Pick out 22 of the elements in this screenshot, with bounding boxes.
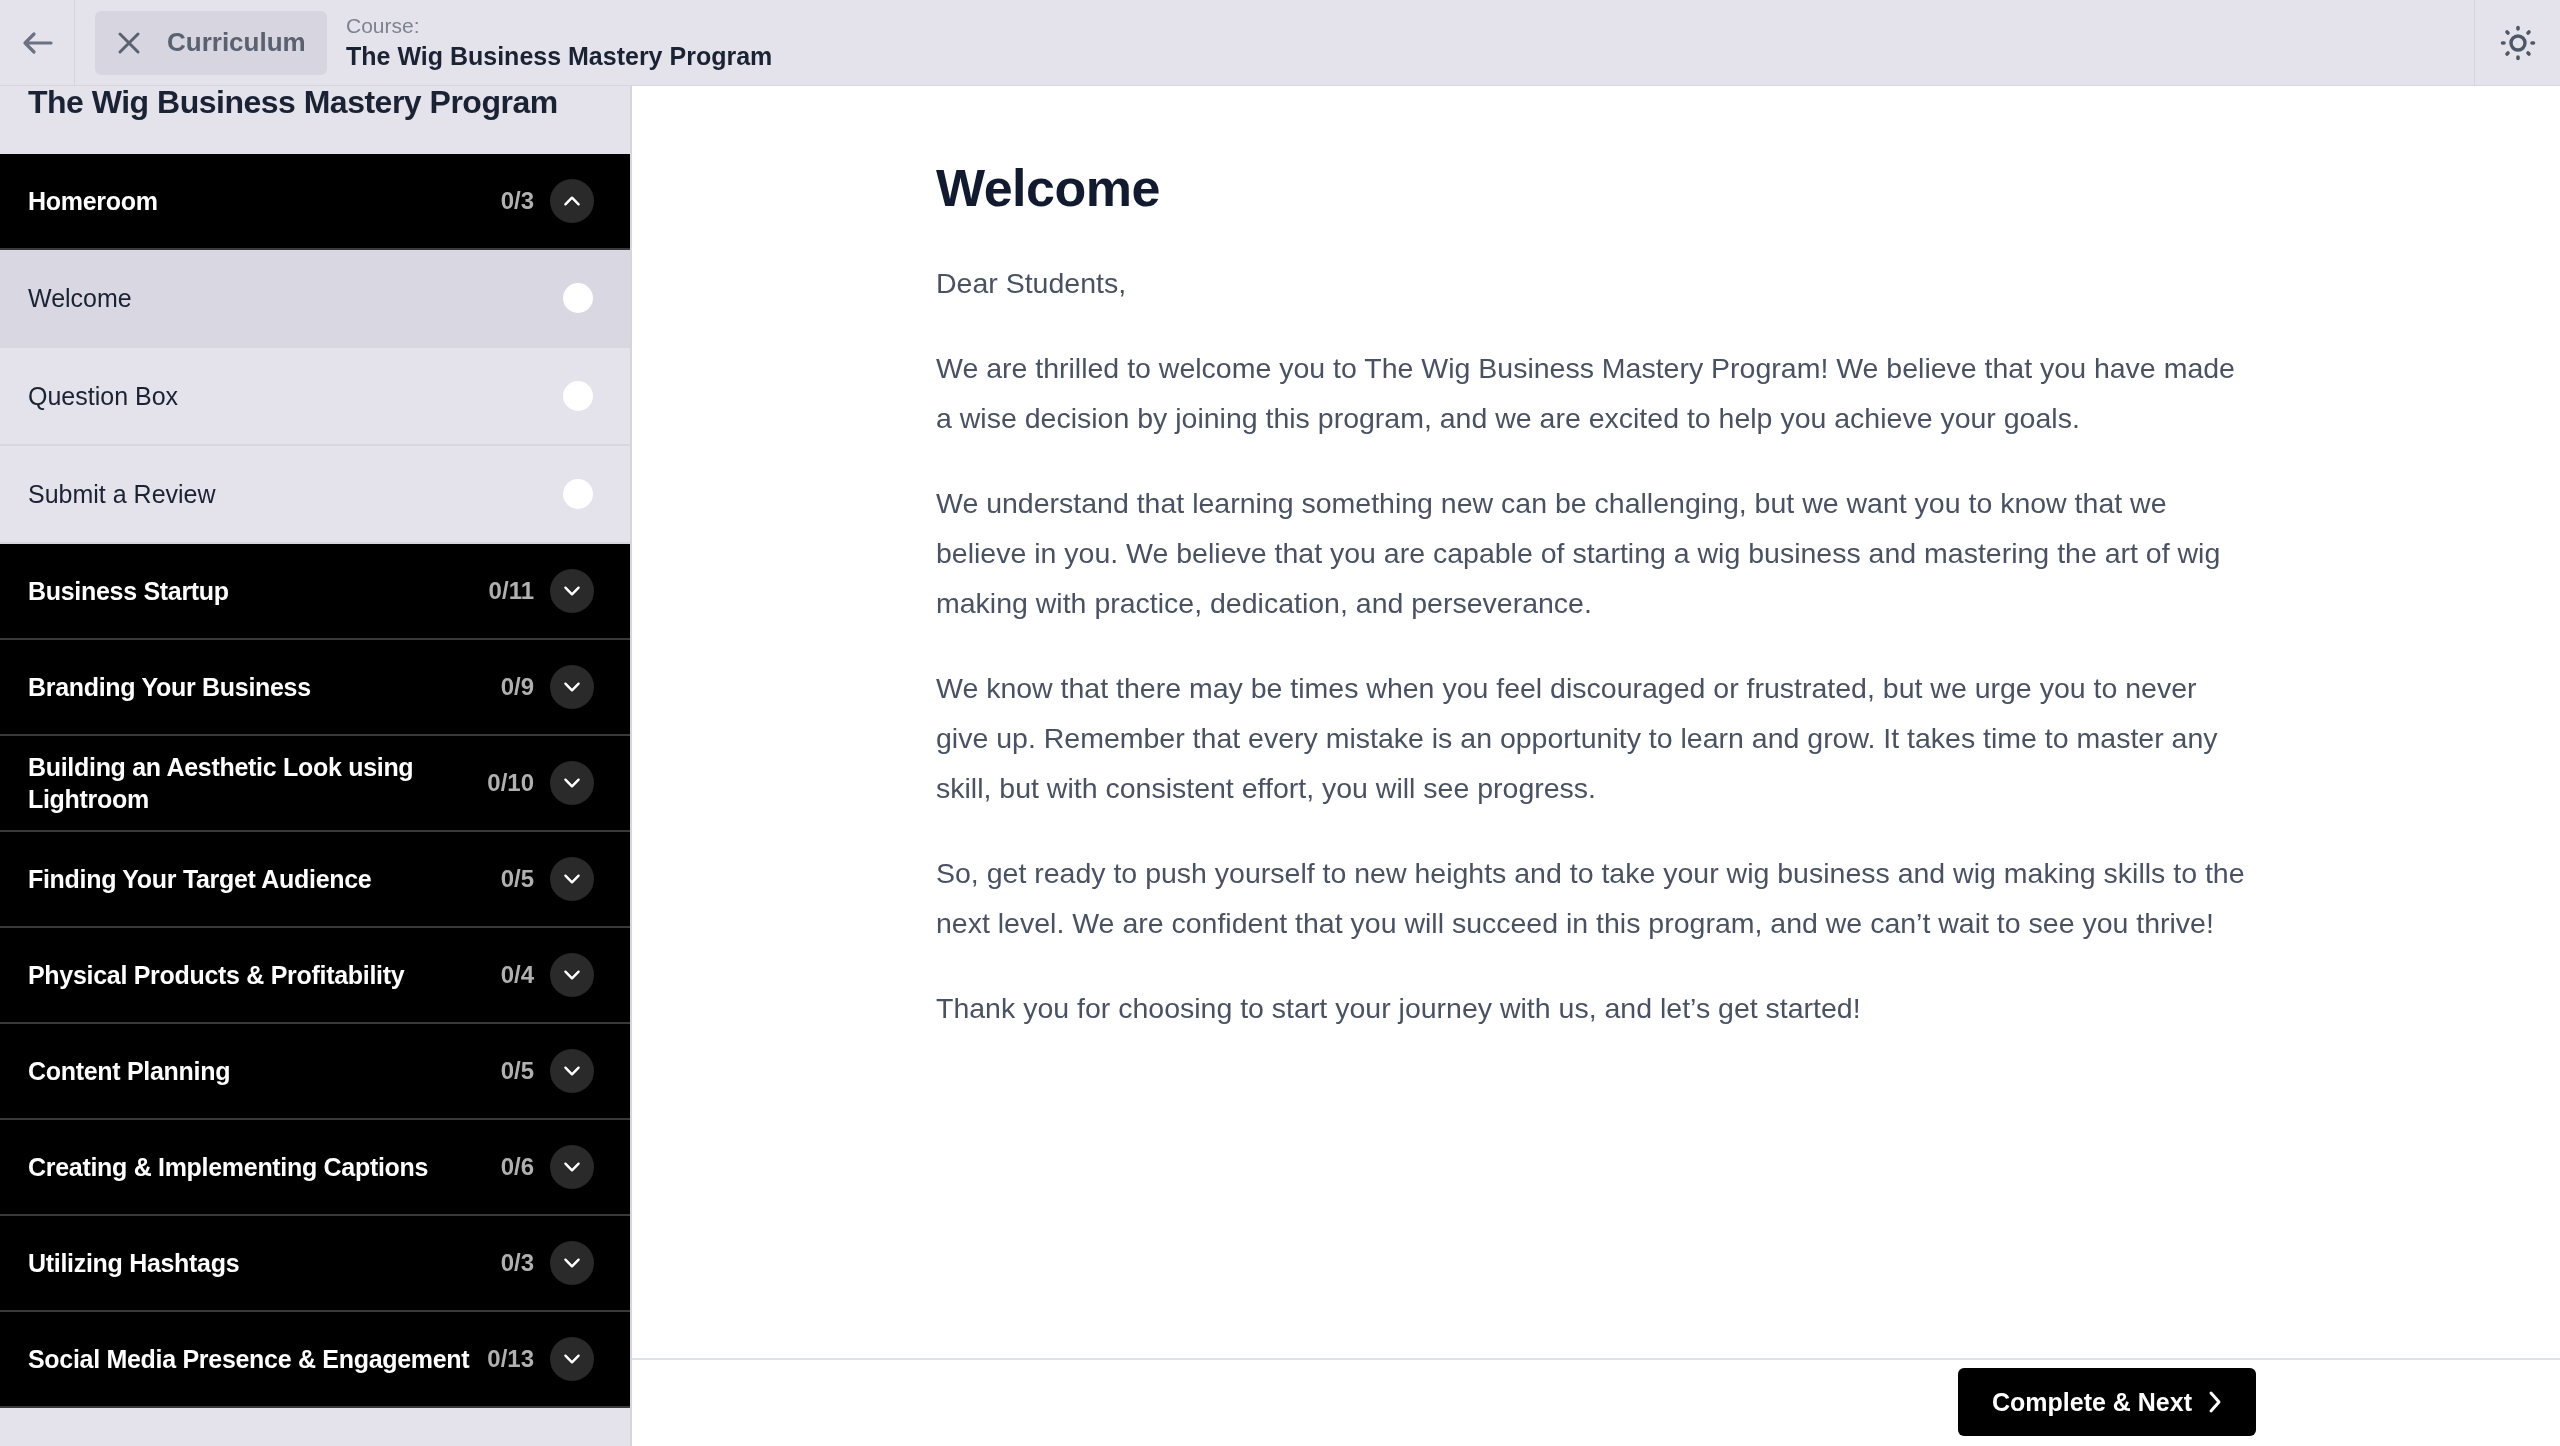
lesson-paragraph: We understand that learning something new can be challenging, but we want you to know that we believe in you. We believe that you are capable of starting a wig business and mastering the art of wig making with practice, dedication, and perseverance. — [936, 486, 2222, 621]
lesson-heading: Welcome — [936, 158, 1161, 218]
lesson-paragraph: Dear Students, — [936, 266, 1128, 301]
section-title: Creating & Implementing Captions — [28, 1152, 430, 1183]
section-title: Content Planning — [28, 1056, 232, 1087]
section-title: Branding Your Business — [28, 672, 312, 703]
lesson-paragraph: So, get ready to push yourself to new heights and to take your wig business and wig making skills to the next level. We are confident that you will succeed in this program, and we can’t wait to see you thrive! — [936, 856, 2246, 941]
section-progress: 0/13 — [487, 1345, 534, 1373]
sidebar-course-title: The Wig Business Mastery Program — [27, 86, 559, 122]
section-title: Business Startup — [28, 576, 230, 607]
section-title: Social Media Presence & Engagement — [28, 1344, 471, 1375]
course-label: Course: — [346, 14, 421, 38]
section-title: Building an Aesthetic Look using Lightroom — [28, 752, 415, 815]
section-progress: 0/3 — [500, 1249, 534, 1277]
lesson-paragraph: Thank you for choosing to start your journey with us, and let’s get started! — [936, 991, 1862, 1026]
section-title: Physical Products & Profitability — [28, 960, 406, 991]
section-title: Utilizing Hashtags — [28, 1248, 241, 1279]
section-title: Homeroom — [28, 186, 159, 217]
course-name: The Wig Business Mastery Program — [346, 42, 773, 71]
section-title: Finding Your Target Audience — [28, 864, 373, 895]
lesson-paragraph: We are thrilled to welcome you to The Wig Business Mastery Program! We believe that you have made a wise decision by joining this program, and we are excited to help you achieve your goals. — [936, 351, 2236, 436]
lesson-paragraph: We know that there may be times when you feel discouraged or frustrated, but we urge you to never give up. Remember that every mistake is an opportunity to learn and grow. It takes time to master any skill, but with consistent effort, you will see progress. — [936, 671, 2219, 806]
